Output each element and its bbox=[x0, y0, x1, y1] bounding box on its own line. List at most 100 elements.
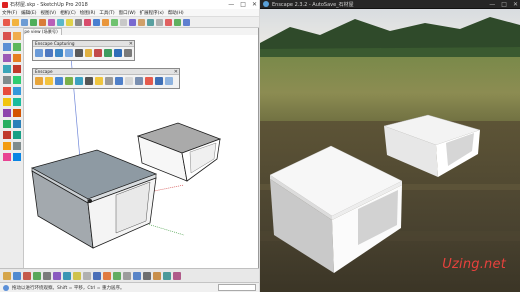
tape-measure-icon[interactable] bbox=[93, 18, 100, 26]
rotate-tool-icon[interactable] bbox=[3, 109, 11, 117]
start-enscape-icon[interactable] bbox=[35, 77, 43, 85]
menu-extensions[interactable]: 扩展程序(x) bbox=[140, 10, 164, 16]
top-view-icon[interactable] bbox=[43, 271, 51, 280]
layers-icon[interactable] bbox=[156, 18, 163, 26]
shadows-icon[interactable] bbox=[174, 18, 181, 26]
warehouse-icon[interactable] bbox=[147, 18, 154, 26]
line-tool-icon[interactable] bbox=[21, 18, 28, 26]
rectangle-tool-icon[interactable] bbox=[3, 65, 11, 73]
settings-icon[interactable] bbox=[65, 77, 73, 85]
eraser-tool-icon[interactable] bbox=[13, 43, 21, 51]
menu-window[interactable]: 窗口(W) bbox=[119, 10, 136, 16]
follow-me-tool-icon[interactable] bbox=[13, 109, 21, 117]
menu-file[interactable]: 文件(F) bbox=[2, 10, 17, 16]
sketchup-viewport[interactable]: Enscape Capturing ✕ Enscape ✕ bbox=[24, 35, 258, 268]
web-standalone-icon[interactable] bbox=[74, 49, 83, 57]
wireframe-icon[interactable] bbox=[103, 271, 111, 280]
pan-tool-icon[interactable] bbox=[120, 18, 127, 26]
line-tool-icon[interactable] bbox=[3, 54, 11, 62]
back-view-icon[interactable] bbox=[73, 271, 81, 280]
close-icon[interactable]: ✕ bbox=[129, 41, 133, 47]
close-icon[interactable]: ✕ bbox=[252, 1, 257, 8]
large-box-model[interactable] bbox=[30, 149, 158, 249]
create-keyframe-icon[interactable] bbox=[124, 49, 133, 57]
menu-camera[interactable]: 相机(C) bbox=[60, 10, 76, 16]
scale-tool-icon[interactable] bbox=[75, 18, 82, 26]
light-bulb-icon[interactable] bbox=[95, 77, 103, 85]
asset-library-icon[interactable] bbox=[125, 77, 133, 85]
extension-icon[interactable] bbox=[13, 271, 21, 280]
render-video-icon[interactable] bbox=[114, 49, 123, 57]
component-tool-icon[interactable] bbox=[13, 32, 21, 40]
protractor-tool-icon[interactable] bbox=[3, 142, 11, 150]
maximize-icon[interactable]: □ bbox=[501, 1, 507, 8]
batch-render-icon[interactable] bbox=[44, 49, 53, 57]
text-tool-icon[interactable] bbox=[13, 142, 21, 150]
vr-headset-icon[interactable] bbox=[75, 77, 83, 85]
section-icon[interactable] bbox=[183, 18, 190, 26]
close-icon[interactable]: ✕ bbox=[174, 69, 178, 75]
right-view-icon[interactable] bbox=[63, 271, 71, 280]
paint-bucket-icon[interactable] bbox=[102, 18, 109, 26]
position-camera-icon[interactable] bbox=[153, 271, 161, 280]
about-icon[interactable] bbox=[155, 77, 163, 85]
rotated-rect-tool-icon[interactable] bbox=[13, 65, 21, 73]
menu-tools[interactable]: 工具(T) bbox=[99, 10, 114, 16]
export-exe-icon[interactable] bbox=[64, 49, 73, 57]
select-tool-icon[interactable] bbox=[3, 18, 10, 26]
speaker-icon[interactable] bbox=[105, 77, 113, 85]
dimension-tool-icon[interactable] bbox=[13, 131, 21, 139]
video-editor-icon[interactable] bbox=[84, 49, 93, 57]
object-panel-icon[interactable] bbox=[135, 77, 143, 85]
circle-tool-icon[interactable] bbox=[3, 76, 11, 84]
arc-tool-icon[interactable] bbox=[30, 18, 37, 26]
hidden-line-icon[interactable] bbox=[113, 271, 121, 280]
move-tool-icon[interactable] bbox=[57, 18, 64, 26]
rectangle-tool-icon[interactable] bbox=[39, 18, 46, 26]
scale-tool-icon[interactable] bbox=[3, 120, 11, 128]
minimize-icon[interactable]: — bbox=[489, 1, 495, 8]
load-path-icon[interactable] bbox=[94, 49, 103, 57]
minimize-icon[interactable]: — bbox=[228, 1, 234, 8]
select-tool-icon[interactable] bbox=[3, 32, 11, 40]
xray-icon[interactable] bbox=[93, 271, 101, 280]
help-icon[interactable] bbox=[165, 77, 173, 85]
walk-icon[interactable] bbox=[163, 271, 171, 280]
zoom-tool-icon[interactable] bbox=[129, 18, 136, 26]
shaded-icon[interactable] bbox=[123, 271, 131, 280]
layout-icon[interactable] bbox=[23, 271, 31, 280]
tape-tool-icon[interactable] bbox=[3, 131, 11, 139]
iso-view-icon[interactable] bbox=[33, 271, 41, 280]
section-tool-icon[interactable] bbox=[13, 153, 21, 161]
axes-tool-icon[interactable] bbox=[3, 153, 11, 161]
look-around-icon[interactable] bbox=[173, 271, 181, 280]
menu-edit[interactable]: 编辑(E) bbox=[21, 10, 36, 16]
styles-icon[interactable] bbox=[165, 18, 172, 26]
panorama-icon[interactable] bbox=[54, 49, 63, 57]
orbit-tool-icon[interactable] bbox=[111, 18, 118, 26]
close-icon[interactable]: ✕ bbox=[513, 1, 518, 8]
arc-tool-icon[interactable] bbox=[3, 87, 11, 95]
front-view-icon[interactable] bbox=[53, 271, 61, 280]
move-tool-icon[interactable] bbox=[3, 98, 11, 106]
material-editor-icon[interactable] bbox=[115, 77, 123, 85]
zoom-extents-icon[interactable] bbox=[138, 18, 145, 26]
monochrome-icon[interactable] bbox=[143, 271, 151, 280]
enscape-render-viewport[interactable] bbox=[260, 9, 520, 292]
push-pull-tool-icon[interactable] bbox=[13, 98, 21, 106]
screenshot-icon[interactable] bbox=[35, 49, 43, 57]
menu-draw[interactable]: 绘图(R) bbox=[80, 10, 96, 16]
menu-help[interactable]: 帮助(H) bbox=[168, 10, 184, 16]
feedback-icon[interactable] bbox=[145, 77, 153, 85]
menu-view[interactable]: 视图(V) bbox=[40, 10, 56, 16]
offset-tool-icon[interactable] bbox=[84, 18, 91, 26]
maximize-icon[interactable]: □ bbox=[240, 1, 246, 8]
warehouse-icon[interactable] bbox=[3, 271, 11, 280]
live-updates-icon[interactable] bbox=[45, 77, 53, 85]
measurements-box[interactable] bbox=[218, 284, 256, 291]
push-pull-tool-icon[interactable] bbox=[48, 18, 55, 26]
rotate-tool-icon[interactable] bbox=[66, 18, 73, 26]
eraser-tool-icon[interactable] bbox=[12, 18, 19, 26]
pie-tool-icon[interactable] bbox=[13, 87, 21, 95]
left-view-icon[interactable] bbox=[83, 271, 91, 280]
